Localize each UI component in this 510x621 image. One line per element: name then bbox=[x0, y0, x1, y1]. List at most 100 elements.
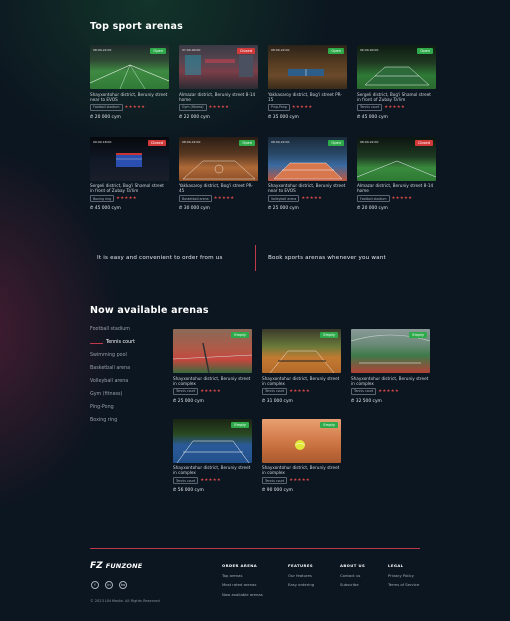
arena-hours: 08:00-22:00 bbox=[93, 48, 112, 52]
arena-card[interactable]: 08:00-22:00 Open Yakkasaroy district, Bo… bbox=[268, 45, 347, 120]
category-boxing[interactable]: Boxing ring bbox=[90, 418, 117, 423]
arena-type-tag: Ping-Pong bbox=[268, 103, 290, 111]
arena-price: ₾ 30 000 cym bbox=[179, 206, 210, 212]
arena-price: ₾ 45 000 cym bbox=[357, 114, 388, 120]
arena-address: Shayxontohur district, Beruniy street in… bbox=[173, 375, 251, 386]
arena-address: Yakkasaroy district, Bog'i street PR-15 bbox=[268, 91, 342, 102]
arena-address: Shayxontohur district, Beruniy street in… bbox=[262, 465, 340, 476]
arena-card[interactable]: 09:00-18:00 Closed Sergeli district, Bog… bbox=[90, 136, 169, 212]
footer-link[interactable]: Easy ordering bbox=[288, 582, 314, 587]
arena-address: Shayxontohur district, Beruniy street ne… bbox=[90, 91, 168, 102]
rating-stars: ★★★★★ bbox=[124, 104, 146, 110]
rating-stars: ★★★★★ bbox=[291, 104, 313, 110]
arena-card[interactable]: Empty Shayxontohur district, Beruniy str… bbox=[173, 329, 252, 404]
footer-link[interactable]: Terms of Service bbox=[388, 582, 419, 587]
rating-stars: ★★★★★ bbox=[200, 388, 222, 394]
footer-link[interactable]: Subscribe bbox=[340, 582, 365, 587]
rating-stars: ★★★★★ bbox=[391, 196, 413, 202]
arena-image[interactable]: 09:00-18:00 Closed bbox=[90, 136, 169, 181]
category-volleyball[interactable]: Volleyball arena bbox=[90, 379, 128, 384]
category-ping-pong[interactable]: Ping-Pong bbox=[90, 405, 114, 410]
arena-card[interactable]: 06:00-00:00 Open Sergeli district, Bog'i… bbox=[357, 45, 436, 120]
category-basketball[interactable]: Basketball arena bbox=[90, 366, 130, 371]
arena-address: Shayxontohur district, Beruniy street in… bbox=[262, 375, 340, 386]
arena-card[interactable]: Empty Shayxontohur district, Beruniy str… bbox=[173, 418, 252, 494]
arena-price: ₾ 20 000 cym bbox=[357, 206, 388, 212]
promo-divider bbox=[255, 245, 256, 271]
arena-image[interactable]: Empty bbox=[351, 329, 430, 373]
arena-image[interactable]: 08:00-22:00 Open bbox=[268, 136, 347, 181]
arena-hours: 07:00-00:00 bbox=[182, 48, 201, 52]
arena-card[interactable]: Empty Shayxontohur district, Beruniy str… bbox=[262, 418, 341, 493]
status-badge: Open bbox=[328, 48, 344, 54]
arena-price: ₾ 25 000 cym bbox=[268, 206, 299, 212]
brand-logo[interactable]: FZ FUNZONE bbox=[90, 561, 142, 571]
arena-image[interactable]: Empty bbox=[173, 329, 252, 373]
category-gym[interactable]: Gym (fitness) bbox=[90, 392, 122, 397]
arena-card[interactable]: Empty Shayxontohur district, Beruniy str… bbox=[351, 329, 430, 404]
arena-address: Yakkasaroy district, Bog'i street PR-45 bbox=[179, 183, 253, 194]
arena-type-tag: Basketball arena bbox=[179, 195, 212, 203]
arena-image[interactable]: 06:00-00:00 Open bbox=[357, 45, 436, 89]
twitter-icon[interactable]: tw bbox=[119, 581, 127, 589]
arena-image[interactable]: Empty bbox=[262, 329, 341, 373]
arena-address: Almazar district, Beruniy street 8-14 ho… bbox=[179, 91, 256, 102]
rating-stars: ★★★★★ bbox=[200, 478, 222, 484]
active-category-marker bbox=[90, 343, 103, 344]
arena-type-tag: Boxing ring bbox=[90, 195, 115, 203]
arena-address: Sergeli district, Bog'i Shamol street in… bbox=[357, 91, 431, 102]
arena-card[interactable]: Empty Shayxontohur district, Beruniy str… bbox=[262, 329, 341, 404]
rating-stars: ★★★★★ bbox=[208, 104, 230, 110]
category-tennis[interactable]: Tennis court bbox=[106, 340, 135, 345]
arena-type-tag: Tennis court bbox=[262, 387, 288, 395]
footer-link[interactable]: Top arenas bbox=[222, 573, 263, 578]
linkedin-icon[interactable]: in bbox=[105, 581, 113, 589]
status-badge: Empty bbox=[409, 332, 427, 338]
arena-image[interactable]: 08:00-22:00 Open bbox=[90, 45, 169, 89]
footer-col-title: ORDER ARENA bbox=[222, 563, 258, 568]
category-swimming[interactable]: Swimming pool bbox=[90, 353, 127, 358]
facebook-icon[interactable]: f bbox=[91, 581, 99, 589]
footer-link[interactable]: Contact us bbox=[340, 573, 365, 578]
footer-link[interactable]: Our features bbox=[288, 573, 314, 578]
available-arenas-title: Now available arenas bbox=[90, 305, 209, 316]
arena-image[interactable]: Empty bbox=[262, 418, 341, 463]
top-arenas-title: Top sport arenas bbox=[90, 21, 183, 32]
arena-card[interactable]: 07:00-00:00 Closed Almazar district, Ber… bbox=[179, 45, 258, 120]
arena-card[interactable]: 08:00-22:00 Closed Almazar district, Ber… bbox=[357, 136, 436, 212]
arena-card[interactable]: 08:00-22:00 Open Shayxontohur district, … bbox=[268, 136, 347, 212]
status-badge: Open bbox=[417, 48, 433, 54]
footer-link[interactable]: Now available arenas bbox=[222, 592, 263, 597]
rating-stars: ★★★★★ bbox=[384, 104, 406, 110]
footer-link[interactable]: Most rated arenas bbox=[222, 582, 263, 587]
arena-image[interactable]: Empty bbox=[173, 418, 252, 463]
arena-image[interactable]: 08:00-22:00 Closed bbox=[357, 136, 436, 181]
status-badge: Empty bbox=[231, 421, 249, 428]
arena-image[interactable]: 07:00-00:00 Closed bbox=[179, 45, 258, 89]
arena-type-tag: Tennis court bbox=[262, 477, 288, 485]
arena-address: Sergeli district, Bog'i Shamol street in… bbox=[90, 183, 164, 194]
arena-type-tag: Tennis court bbox=[357, 103, 383, 111]
arena-image[interactable]: 08:00-22:00 Open bbox=[179, 136, 258, 181]
arena-price: ₾ 31 000 cym bbox=[262, 398, 293, 404]
arena-price: ₾ 45 000 cym bbox=[90, 206, 121, 212]
arena-type-tag: Gym (fitness) bbox=[179, 103, 207, 111]
arena-address: Shayxontohur district, Beruniy street in… bbox=[173, 465, 251, 476]
arena-price: ₾ 56 000 cym bbox=[173, 488, 204, 494]
arena-price: ₾ 25 000 cym bbox=[173, 398, 204, 404]
status-badge: Closed bbox=[236, 48, 255, 54]
arena-address: Shayxontohur district, Beruniy street ne… bbox=[268, 183, 346, 194]
arena-card[interactable]: 08:00-22:00 Open Shayxontohur district, … bbox=[90, 45, 169, 120]
category-football[interactable]: Football stadium bbox=[90, 327, 130, 332]
arena-image[interactable]: 08:00-22:00 Open bbox=[268, 45, 347, 89]
arena-hours: 08:00-22:00 bbox=[271, 48, 290, 52]
arena-hours: 08:00-22:00 bbox=[271, 139, 290, 144]
copyright-text: © 2023 LIN Media. All Rights Reserved bbox=[90, 599, 160, 603]
rating-stars: ★★★★★ bbox=[213, 196, 235, 202]
footer-link[interactable]: Privacy Policy bbox=[388, 573, 419, 578]
arena-hours: 09:00-18:00 bbox=[93, 139, 112, 144]
status-badge: Empty bbox=[320, 421, 338, 428]
arena-type-tag: Tennis court bbox=[173, 477, 199, 485]
arena-card[interactable]: 08:00-22:00 Open Yakkasaroy district, Bo… bbox=[179, 136, 258, 212]
status-badge: Closed bbox=[147, 139, 166, 146]
